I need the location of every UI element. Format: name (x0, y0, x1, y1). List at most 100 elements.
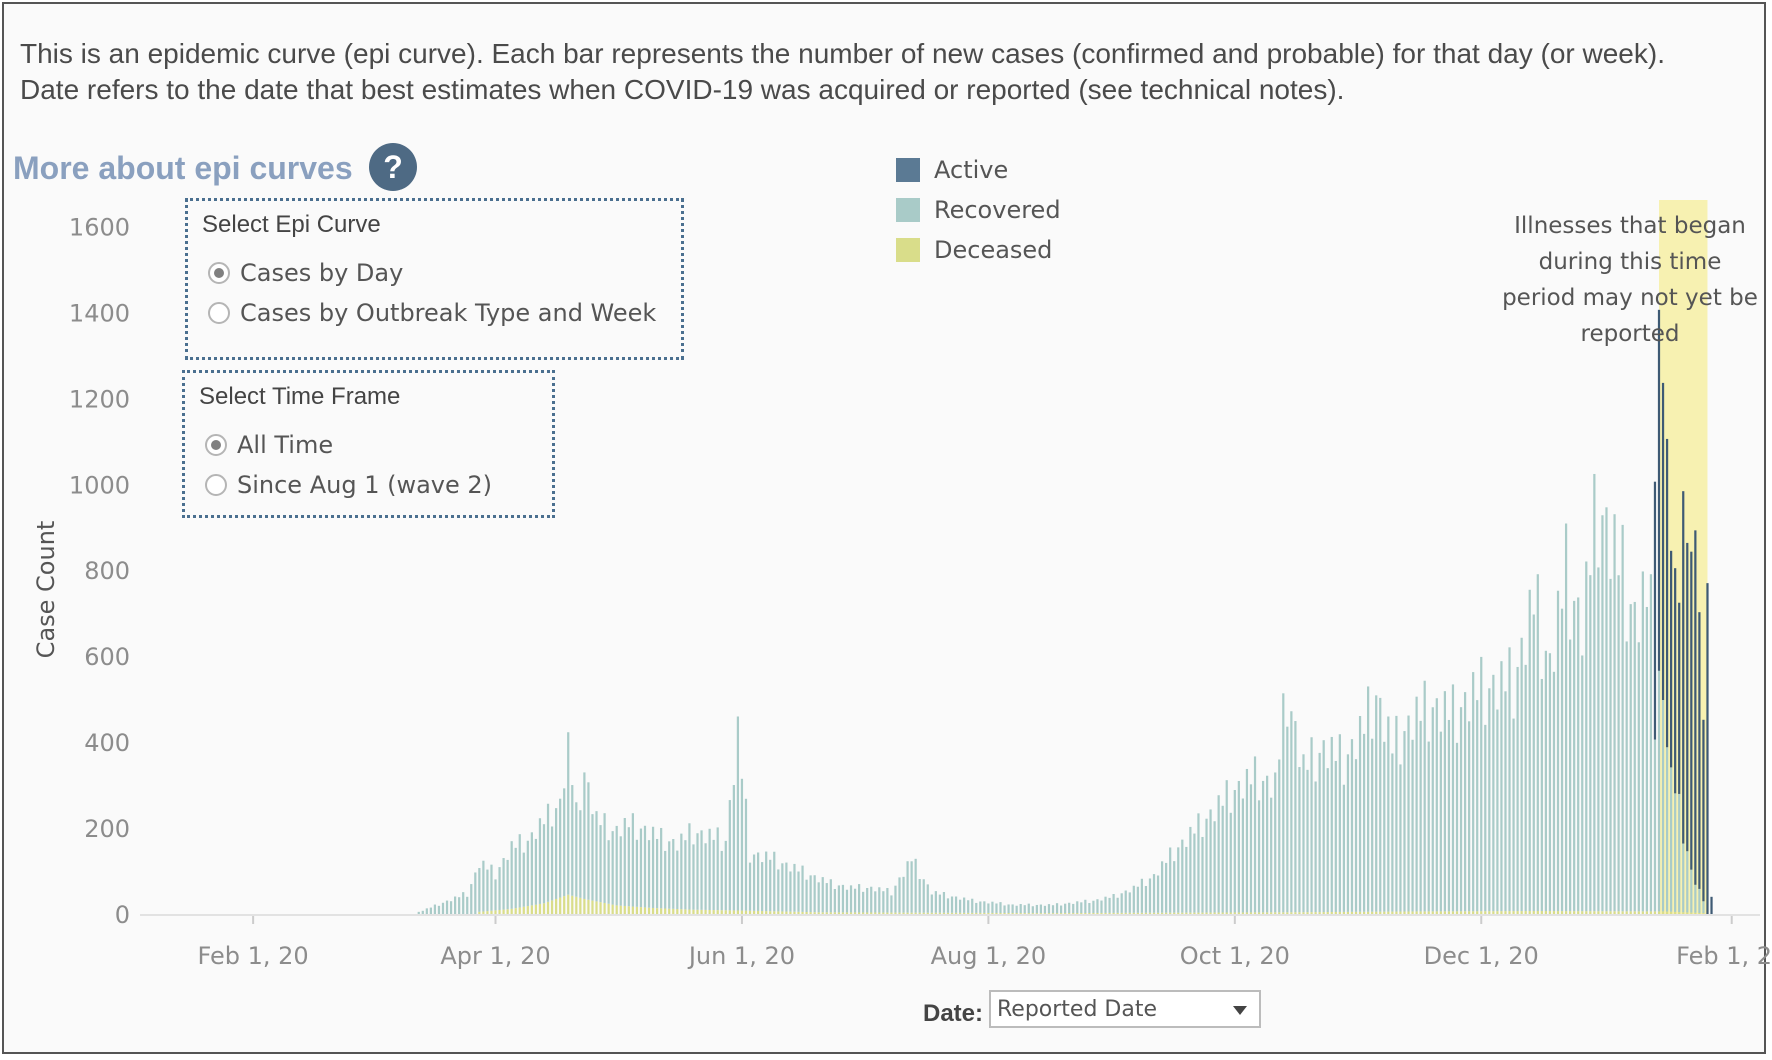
legend-item-active[interactable]: Active (896, 150, 1061, 190)
bar-deceased (825, 912, 828, 914)
bar-deceased (1661, 911, 1665, 914)
bar-recovered (720, 850, 723, 911)
panel-title: Select Time Frame (199, 383, 401, 410)
bar-deceased (1350, 911, 1354, 914)
legend-item-deceased[interactable]: Deceased (896, 230, 1061, 270)
bar-deceased (1698, 912, 1701, 914)
bar-recovered (1278, 759, 1281, 913)
bar-deceased (866, 912, 869, 914)
bar-deceased (546, 901, 550, 914)
bar-deceased (1249, 912, 1253, 914)
x-tick-label: Dec 1, 20 (1424, 942, 1539, 970)
bar-recovered (458, 897, 461, 914)
radio-option-cases-by-outbreak-type[interactable]: Cases by Outbreak Type and Week (208, 299, 656, 327)
bar-recovered (1165, 862, 1168, 913)
bar-recovered (1560, 608, 1564, 912)
bar-recovered (1637, 642, 1640, 912)
bar-recovered (1156, 875, 1160, 913)
bar-recovered (1233, 790, 1236, 913)
bar-recovered (1160, 861, 1164, 913)
bar-recovered (1055, 903, 1059, 914)
bar-recovered (482, 860, 485, 912)
bar-recovered (793, 863, 796, 912)
bar-deceased (1617, 911, 1620, 914)
bar-recovered (546, 803, 550, 902)
bar-deceased (1520, 911, 1523, 914)
bar-recovered (1601, 515, 1604, 912)
bar-recovered (494, 879, 497, 911)
bar-deceased (862, 912, 865, 914)
bar-deceased (1253, 912, 1257, 914)
bar-recovered (1221, 805, 1224, 913)
radio-option-cases-by-day[interactable]: Cases by Day (208, 259, 403, 287)
bar-recovered (1516, 666, 1519, 912)
bar-recovered (1128, 892, 1131, 913)
bar-deceased (486, 911, 489, 914)
panel-title: Select Epi Curve (202, 211, 381, 238)
bar-deceased (1173, 912, 1176, 914)
radio-option-since-aug-1[interactable]: Since Aug 1 (wave 2) (205, 471, 492, 499)
bar-deceased (1387, 911, 1390, 914)
bar-deceased (930, 912, 933, 914)
bar-deceased (813, 912, 816, 914)
bar-active (1698, 612, 1701, 889)
bar-deceased (478, 911, 481, 914)
bar-recovered (1148, 878, 1152, 913)
bar-recovered (1201, 836, 1204, 913)
bar-deceased (1019, 913, 1022, 914)
bar-deceased (1358, 911, 1362, 914)
bar-deceased (1043, 913, 1047, 914)
y-tick-label: 600 (84, 643, 130, 671)
bar-recovered (1665, 747, 1669, 912)
bar-deceased (1613, 911, 1616, 914)
radio-button-checked[interactable] (205, 434, 227, 456)
bar-active (1686, 542, 1689, 852)
bar-recovered (708, 828, 711, 910)
bar-active (1710, 896, 1713, 914)
bar-recovered (918, 879, 921, 913)
legend: Active Recovered Deceased (896, 150, 1061, 270)
bar-recovered (1463, 692, 1467, 912)
bar-recovered (680, 833, 683, 910)
bar-deceased (583, 898, 586, 914)
bar-recovered (821, 877, 824, 913)
bar-recovered (785, 862, 788, 912)
radio-button[interactable] (205, 474, 227, 496)
bar-recovered (1144, 885, 1148, 913)
date-type-dropdown[interactable]: Reported Date (989, 990, 1261, 1028)
bar-recovered (530, 832, 533, 906)
bar-recovered (1589, 575, 1592, 912)
bar-recovered (857, 884, 861, 913)
bar-recovered (668, 841, 671, 909)
bar-recovered (1266, 775, 1269, 913)
bar-recovered (1609, 578, 1612, 912)
radio-button-checked[interactable] (208, 262, 230, 284)
bar-recovered (1415, 696, 1418, 912)
legend-item-recovered[interactable]: Recovered (896, 190, 1061, 230)
bar-recovered (1225, 780, 1228, 913)
bar-recovered (627, 827, 630, 907)
bar-recovered (1140, 878, 1144, 913)
bar-deceased (664, 908, 667, 914)
bar-deceased (534, 904, 538, 914)
bar-recovered (922, 879, 925, 913)
bar-recovered (983, 901, 986, 913)
bar-deceased (1504, 911, 1507, 914)
bar-deceased (1536, 910, 1539, 914)
bar-deceased (1213, 912, 1216, 914)
radio-option-all-time[interactable]: All Time (205, 431, 333, 459)
bar-active (1706, 583, 1709, 914)
bar-recovered (991, 901, 994, 913)
bar-deceased (910, 912, 913, 914)
bar-recovered (1629, 604, 1632, 912)
bar-deceased (510, 908, 513, 914)
bar-recovered (1181, 839, 1184, 913)
bar-recovered (1395, 715, 1398, 912)
bar-deceased (696, 909, 699, 914)
bar-deceased (1209, 912, 1212, 914)
bar-recovered (1528, 589, 1531, 912)
bar-deceased (918, 912, 921, 914)
bar-deceased (773, 911, 776, 914)
radio-button[interactable] (208, 302, 230, 324)
bar-recovered (995, 903, 998, 913)
